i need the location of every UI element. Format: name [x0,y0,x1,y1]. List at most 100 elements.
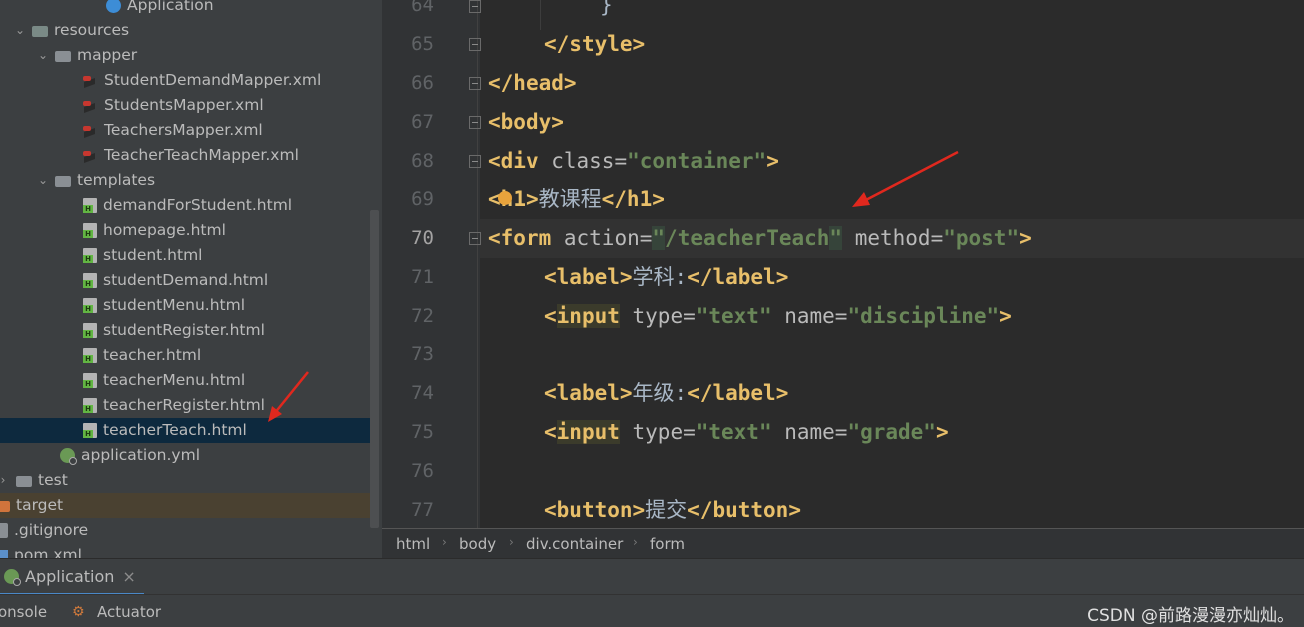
html-file-icon [83,223,97,238]
code-line-69: <h1>教课程</h1> [488,180,665,219]
line-number: 67 [411,111,434,133]
indent-guide [540,0,541,30]
fold-marker-icon[interactable] [469,77,481,90]
breadcrumb-item[interactable]: html [396,535,430,553]
chevron-down-icon[interactable]: ⌄ [37,168,49,193]
tree-item-templates[interactable]: ⌄ templates [0,168,370,193]
code-line-77: <button>提交</button> [544,491,801,530]
code-token: head [513,71,564,95]
chevron-down-icon[interactable]: ⌄ [14,18,26,43]
code-token: h1 [626,187,653,211]
code-token: button [712,498,789,522]
tree-item-teacherregister-html[interactable]: teacherRegister.html [0,393,370,418]
html-file-icon [83,423,97,438]
tree-item-label: homepage.html [103,221,226,239]
fold-marker-icon[interactable] [469,116,481,129]
fold-marker-icon[interactable] [469,155,481,168]
code-token: label [556,381,620,405]
project-tree-panel: Application ⌄ resources ⌄ mapper StudentDe… [0,0,382,558]
maven-file-icon [0,549,8,558]
tree-item-studentmenu-html[interactable]: studentMenu.html [0,293,370,318]
code-token: > [788,498,801,522]
tree-item-student-html[interactable]: student.html [0,243,370,268]
tree-item-label: target [16,496,64,514]
actuator-tab[interactable]: Actuator [97,603,161,621]
tree-item-demandforstudent-html[interactable]: demandForStudent.html [0,193,370,218]
tree-item-teacher-html[interactable]: teacher.html [0,343,370,368]
tree-item-label: TeachersMapper.xml [104,121,263,139]
bottom-tool-bar: onsole ⚙ Actuator CSDN @前路漫漫亦灿灿。 [0,594,1304,627]
line-number: 74 [411,382,434,404]
code-token: < [488,226,501,250]
close-icon[interactable]: × [122,567,135,586]
run-tool-window-bar: Application × [0,558,1304,596]
breadcrumb-item[interactable]: div.container [526,535,623,553]
tree-item-label: resources [54,21,130,39]
tree-item-application-yml[interactable]: application.yml [0,443,370,468]
code-token: < [488,149,501,173]
chevron-down-icon[interactable]: ⌄ [37,43,49,68]
code-token: action= [551,226,653,250]
tree-item-label: teacherTeach.html [103,421,247,439]
console-tab[interactable]: onsole [0,603,47,621]
fold-marker-icon[interactable] [469,232,481,245]
chevron-right-icon: › [509,535,514,549]
line-number: 72 [411,305,434,327]
tree-item-mapper[interactable]: ⌄ mapper [0,43,370,68]
code-line-64: } [600,0,613,25]
intention-bulb-icon[interactable] [498,191,512,205]
code-token: "post" [943,226,1020,250]
tree-item-target[interactable]: target [0,493,370,518]
tree-item-studentdemand-html[interactable]: studentDemand.html [0,268,370,293]
code-line-67: <body> [488,103,564,142]
tree-item-teacherteachmapper-xml[interactable]: TeacherTeachMapper.xml [0,143,370,168]
code-token: method= [842,226,944,250]
actuator-icon: ⚙ [72,604,85,620]
code-token: < [544,381,557,405]
breadcrumb-item[interactable]: form [650,535,685,553]
tree-item-label: TeacherTeachMapper.xml [104,146,299,164]
folder-icon [55,51,71,62]
code-token: name= [771,420,848,444]
code-token: > [619,265,633,289]
code-token: > [632,32,646,56]
tree-item-label: student.html [103,246,203,264]
code-token: 学科: [632,265,688,289]
tree-item-label: Application [127,0,214,14]
code-token: > [766,149,779,173]
tree-item-gitignore[interactable]: .gitignore [0,518,370,543]
code-token: > [525,187,539,211]
spring-config-icon [60,448,77,465]
code-token: input [556,304,620,328]
code-token: </ [544,32,570,56]
html-file-icon [83,348,97,363]
tree-item-studentdemandmapper-xml[interactable]: StudentDemandMapper.xml [0,68,370,93]
code-line-65: </style> [544,25,645,64]
code-token: "text" [695,304,772,328]
tree-item-teachermenu-html[interactable]: teacherMenu.html [0,368,370,393]
code-token: style [569,32,633,56]
folder-icon [55,176,71,187]
tree-item-resources[interactable]: ⌄ resources [0,18,370,43]
application-class-icon [106,0,121,13]
tree-item-studentsmapper-xml[interactable]: StudentsMapper.xml [0,93,370,118]
code-token: body [500,110,552,134]
breadcrumb-item[interactable]: body [459,535,496,553]
tree-item-studentregister-html[interactable]: studentRegister.html [0,318,370,343]
run-tab-application[interactable]: Application × [0,559,144,596]
chevron-right-icon[interactable]: › [0,468,6,493]
fold-marker-icon[interactable] [469,38,481,51]
code-token: > [775,381,789,405]
tree-item-homepage-html[interactable]: homepage.html [0,218,370,243]
code-line-74: <label>年级:</label> [544,374,788,413]
tree-item-teacherteach-html[interactable]: teacherTeach.html [0,418,370,443]
chevron-right-icon: › [442,535,447,549]
annotation-arrow-tree [268,371,309,422]
line-number: 76 [411,460,434,482]
tree-item-teachersmapper-xml[interactable]: TeachersMapper.xml [0,118,370,143]
tree-item-application[interactable]: Application [0,0,370,18]
tree-scrollbar[interactable] [370,210,379,528]
tree-item-pom-xml[interactable]: pom.xml [0,543,370,558]
fold-marker-icon[interactable] [469,0,481,13]
tree-item-test[interactable]: › test [0,468,370,493]
